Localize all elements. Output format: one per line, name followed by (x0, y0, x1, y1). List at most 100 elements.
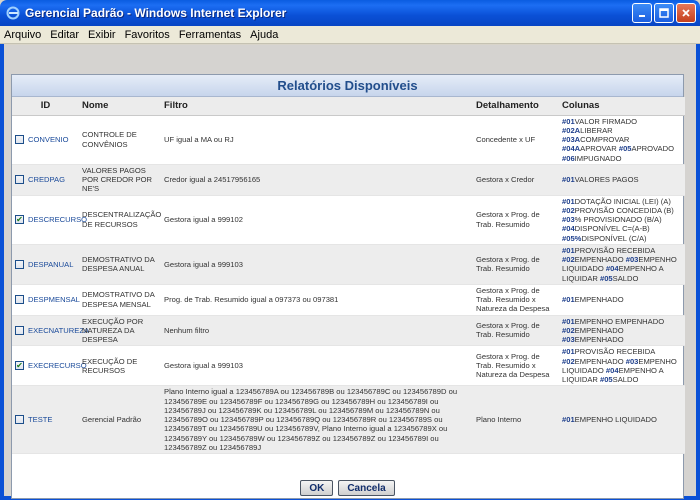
menu-favoritos[interactable]: Favoritos (125, 29, 170, 41)
menu-ajuda[interactable]: Ajuda (250, 29, 278, 41)
report-checkbox[interactable] (15, 135, 24, 145)
column-label: PROVISÃO RECEBIDA (574, 347, 655, 357)
report-id-label[interactable]: CREDPAG (28, 175, 65, 184)
column-code: #02 (562, 325, 575, 335)
column-code: #01 (562, 347, 575, 357)
cell-colunas: #01PROVISÃO RECEBIDA #02EMPENHADO #03EMP… (559, 244, 685, 285)
column-code: #04A (562, 144, 581, 154)
column-label: SALDO (612, 375, 639, 384)
report-checkbox[interactable]: ✔ (15, 360, 24, 371)
cell-detalhamento: Gestora x Prog. de Trab. Resumido x Natu… (473, 284, 559, 316)
reports-table: ID Nome Filtro Detalhamento Colunas CONV… (12, 97, 685, 454)
close-button[interactable] (676, 3, 696, 23)
column-code: #02 (562, 356, 575, 366)
table-row[interactable]: ✔ EXECRECURSO EXECUÇÃO DE RECURSOS Gestora … (12, 345, 685, 387)
report-id-label[interactable]: DESCRECURSO (28, 215, 87, 224)
menu-exibir[interactable]: Exibir (88, 29, 116, 41)
report-checkbox[interactable] (15, 295, 24, 305)
report-id-label[interactable]: DESPMENSAL (28, 295, 80, 304)
cell-nome: DESCENTRALIZAÇÃO DE RECURSOS (79, 195, 161, 245)
column-code: #05% (562, 233, 582, 243)
cell-nome: VALORES PAGOS POR CREDOR POR NE'S (79, 164, 161, 196)
column-label: VALORES PAGOS (574, 175, 639, 184)
report-checkbox[interactable] (15, 325, 24, 335)
table-row[interactable]: CREDPAG VALORES PAGOS POR CREDOR POR NE'S… (12, 164, 685, 196)
reports-panel: Relatórios Disponíveis ID Nome Filtro De… (11, 74, 685, 499)
column-label: APROVAR (580, 144, 619, 154)
column-label: EMPENHADO (574, 255, 626, 264)
ok-button[interactable]: OK (300, 480, 334, 496)
table-row[interactable]: CONVENIO CONTROLE DE CONVÊNIOS UF igual a … (12, 115, 685, 165)
column-code: #01 (562, 196, 575, 206)
column-label: IMPUGNADO (574, 153, 622, 163)
column-label: EMPENHADO (574, 295, 624, 304)
window-titlebar: Gerencial Padrão - Windows Internet Expl… (0, 0, 700, 26)
report-id-label[interactable]: EXECNATUREZA (28, 326, 89, 335)
column-label: COMPROVAR (580, 135, 630, 144)
maximize-button[interactable] (654, 3, 674, 23)
report-id-label[interactable]: DESPANUAL (28, 260, 73, 269)
table-row[interactable]: TESTE Gerencial Padrão Plano Interno igual… (12, 385, 685, 454)
column-code: #06 (562, 153, 575, 163)
menu-editar[interactable]: Editar (50, 29, 79, 41)
column-code: #02A (562, 125, 581, 135)
menu-arquivo[interactable]: Arquivo (4, 29, 41, 41)
column-code: #01 (562, 245, 575, 255)
cell-colunas: #01EMPENHO LIQUIDADO (559, 385, 685, 454)
report-id-label[interactable]: EXECRECURSO (28, 361, 87, 370)
column-label: APROVADO (631, 144, 674, 154)
column-code: #03 (625, 356, 639, 366)
cancel-button[interactable]: Cancela (338, 480, 395, 496)
cell-nome: DEMOSTRATIVO DA DESPESA ANUAL (79, 244, 161, 285)
cell-colunas: #01VALORES PAGOS (559, 164, 685, 196)
cell-nome: DEMOSTRATIVO DA DESPESA MENSAL (79, 284, 161, 316)
column-header-detalhamento: Detalhamento (473, 97, 559, 116)
column-label: EMPENHADO (574, 356, 626, 366)
column-code: #01 (562, 415, 575, 424)
cell-colunas: #01EMPENHADO (559, 284, 685, 316)
cell-nome: EXECUÇÃO DE RECURSOS (79, 345, 161, 387)
cell-id: EXECNATUREZA (12, 315, 89, 347)
cell-detalhamento: Plano Interno (473, 385, 559, 454)
cell-detalhamento: Gestora x Credor (473, 164, 559, 196)
column-code: #04 (605, 264, 619, 274)
column-code: #05 (599, 375, 613, 384)
table-row[interactable]: DESPANUAL DEMOSTRATIVO DA DESPESA ANUAL Ge… (12, 244, 685, 285)
cell-id: DESPMENSAL (12, 284, 80, 316)
cell-filtro: UF igual a MA ou RJ (161, 115, 473, 165)
report-id-label[interactable]: TESTE (28, 415, 52, 424)
report-checkbox[interactable] (15, 259, 24, 269)
column-label: PROVISÃO RECEBIDA (574, 245, 655, 255)
column-code: #01 (562, 316, 575, 326)
report-checkbox[interactable] (15, 415, 24, 425)
menu-bar: Arquivo Editar Exibir Favoritos Ferramen… (0, 26, 700, 44)
column-code: #03 (625, 255, 639, 264)
column-code: #02 (562, 255, 575, 264)
column-code: #03 (562, 215, 575, 224)
menu-ferramentas[interactable]: Ferramentas (179, 29, 241, 41)
table-row[interactable]: EXECNATUREZA EXECUÇÃO POR NATUREZA DA DES… (12, 315, 685, 347)
cell-colunas: #01PROVISÃO RECEBIDA #02EMPENHADO #03EMP… (559, 345, 685, 387)
cell-colunas: #01VALOR FIRMADO #02ALIBERAR #03ACOMPROV… (559, 115, 685, 165)
column-code: #04 (562, 224, 575, 234)
report-checkbox[interactable]: ✔ (15, 215, 24, 225)
column-code: #01 (562, 175, 575, 184)
column-label: DISPONÍVEL C=(A-B) (574, 224, 650, 234)
cell-detalhamento: Concedente x UF (473, 115, 559, 165)
table-row[interactable]: DESPMENSAL DEMOSTRATIVO DA DESPESA MENSAL… (12, 284, 685, 316)
panel-title: Relatórios Disponíveis (12, 75, 683, 97)
report-checkbox[interactable] (15, 175, 24, 185)
close-icon (682, 9, 690, 17)
column-label: VALOR FIRMADO (574, 116, 637, 126)
table-row[interactable]: ✔ DESCRECURSO DESCENTRALIZAÇÃO DE RECURSOS… (12, 195, 685, 245)
internet-explorer-icon (5, 5, 21, 21)
column-header-id: ID (12, 97, 79, 116)
report-id-label[interactable]: CONVENIO (28, 135, 69, 144)
minimize-button[interactable] (632, 3, 652, 23)
cell-detalhamento: Gestora x Prog. de Trab. Resumido (473, 195, 559, 245)
column-code: #03A (562, 135, 581, 144)
column-code: #05 (618, 144, 632, 154)
window-border-right (696, 44, 700, 500)
checkmark-icon: ✔ (16, 360, 23, 370)
maximize-icon (659, 8, 669, 18)
